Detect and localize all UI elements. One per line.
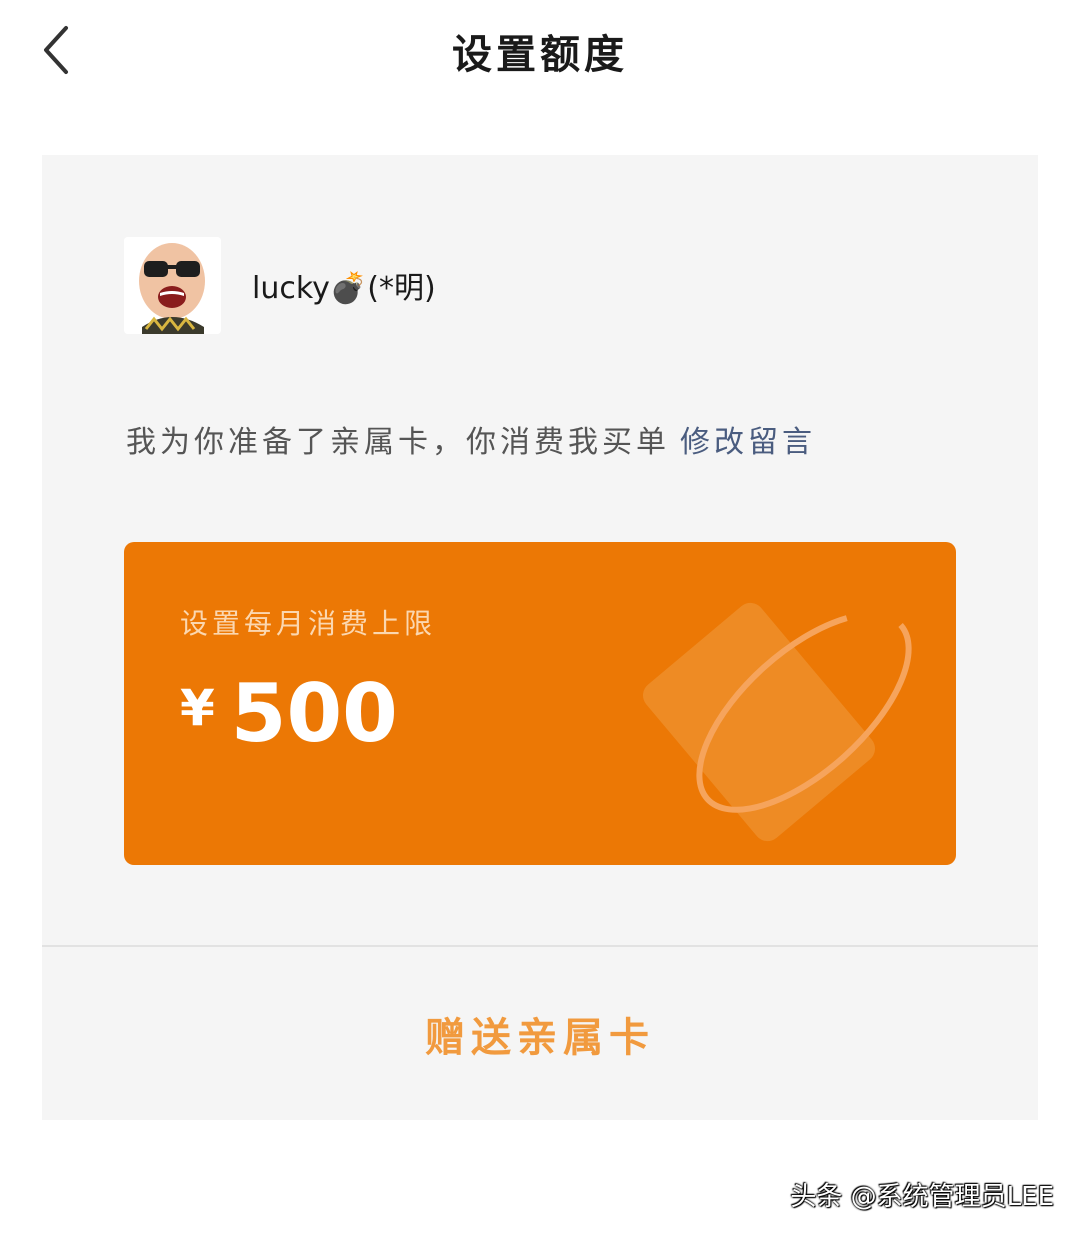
- card-limit-label: 设置每月消费上限: [180, 607, 437, 640]
- page-title: 设置额度: [452, 32, 628, 78]
- amount-row: ¥500: [180, 667, 398, 760]
- limit-amount: 500: [230, 667, 398, 760]
- card-orbit-icon: [642, 602, 912, 842]
- message-row: 我为你准备了亲属卡，你消费我买单 修改留言: [126, 417, 816, 461]
- currency-symbol: ¥: [180, 679, 215, 737]
- monthly-limit-card[interactable]: 设置每月消费上限 ¥500: [124, 542, 956, 865]
- watermark: 头条 @系统管理员LEE: [790, 1182, 1054, 1212]
- avatar: [124, 237, 221, 334]
- message-text: 我为你准备了亲属卡，你消费我买单: [126, 425, 670, 460]
- gift-card-button[interactable]: 赠送亲属卡: [42, 1005, 1038, 1063]
- divider: [42, 945, 1038, 947]
- card-settings-panel: lucky💣(*明) 我为你准备了亲属卡，你消费我买单 修改留言 设置每月消费上限…: [42, 155, 1038, 1120]
- edit-message-link[interactable]: 修改留言: [680, 425, 816, 460]
- user-name: lucky💣(*明): [252, 271, 436, 306]
